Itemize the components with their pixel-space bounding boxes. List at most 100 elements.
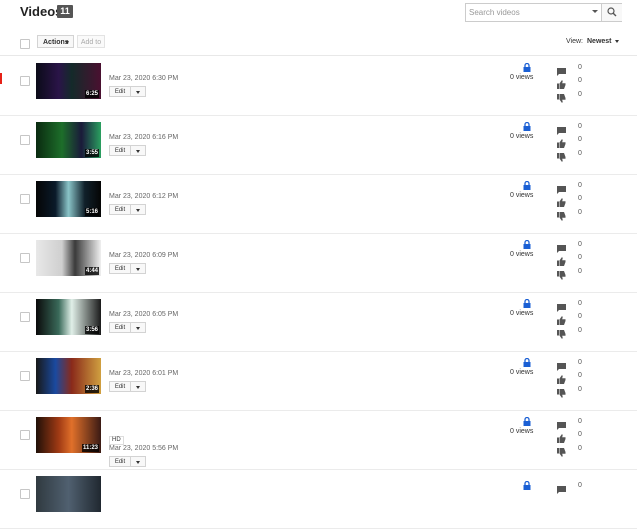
video-duration: 2:36 [84,385,99,393]
search-input[interactable] [469,5,587,19]
like-count: 0 [578,136,582,143]
comment-icon [557,481,566,499]
edit-dropdown-button[interactable] [131,263,146,274]
add-to-button[interactable]: Add to [77,35,105,48]
comment-count: 0 [578,182,582,189]
video-count-badge: 11 [57,5,73,18]
video-thumbnail[interactable]: 11:23 [36,417,101,453]
video-row: 0 [0,469,637,529]
chevron-down-icon [614,39,619,43]
dislike-count: 0 [578,209,582,216]
edit-button[interactable]: Edit [109,322,131,333]
search-box [465,3,622,22]
video-row: 6:25 Mar 23, 2020 6:30 PM Edit 0 views 0 0 0 [0,56,637,116]
edit-button[interactable]: Edit [109,263,131,274]
dislike-count: 0 [578,91,582,98]
upload-date: Mar 23, 2020 6:12 PM [109,193,179,200]
view-count: 0 views [510,74,534,81]
thumbs-down-icon [557,267,566,285]
view-count: 0 views [510,310,534,317]
video-row: 2:36 Mar 23, 2020 6:01 PM Edit 0 views 0 0 0 [0,351,637,411]
view-count: 0 views [510,192,534,199]
search-button[interactable] [601,4,622,21]
video-row: 11:23 HD Mar 23, 2020 5:56 PM Edit 0 views 0 0… [0,410,637,470]
comment-count: 0 [578,300,582,307]
comment-count: 0 [578,418,582,425]
view-label: View: [566,38,583,45]
video-select-checkbox[interactable] [20,194,30,204]
toolbar: Actions Add to View: Newest [0,31,637,56]
like-count: 0 [578,372,582,379]
edit-button[interactable]: Edit [109,456,131,467]
like-count: 0 [578,254,582,261]
edit-dropdown-button[interactable] [131,145,146,156]
comment-count: 0 [578,359,582,366]
thumbs-down-icon [557,385,566,403]
edit-dropdown-button[interactable] [131,322,146,333]
video-duration: 3:56 [84,326,99,334]
edit-dropdown-button[interactable] [131,456,146,467]
upload-date: Mar 23, 2020 6:09 PM [109,252,179,259]
video-row: 4:44 Mar 23, 2020 6:09 PM Edit 0 views 0 0 0 [0,233,637,293]
search-options-dropdown[interactable] [592,10,598,13]
video-select-checkbox[interactable] [20,371,30,381]
comment-count: 0 [578,482,582,489]
video-select-checkbox[interactable] [20,135,30,145]
video-thumbnail[interactable]: 5:16 [36,181,101,217]
edit-button[interactable]: Edit [109,145,131,156]
video-select-checkbox[interactable] [20,253,30,263]
video-select-checkbox[interactable] [20,430,30,440]
like-count: 0 [578,431,582,438]
like-count: 0 [578,195,582,202]
comment-count: 0 [578,64,582,71]
select-all-checkbox[interactable] [20,39,30,49]
search-icon [607,7,617,17]
video-thumbnail[interactable]: 3:56 [36,299,101,335]
dislike-count: 0 [578,268,582,275]
dislike-count: 0 [578,445,582,452]
edit-button[interactable]: Edit [109,86,131,97]
view-sort-select[interactable]: Newest [587,38,619,45]
like-count: 0 [578,313,582,320]
header: Videos 11 [0,0,637,28]
like-count: 0 [578,77,582,84]
view-sort-value: Newest [587,38,612,45]
upload-date: Mar 23, 2020 5:56 PM [109,445,179,452]
upload-date: Mar 23, 2020 6:05 PM [109,311,179,318]
video-row: 5:16 Mar 23, 2020 6:12 PM Edit 0 views 0 0 0 [0,174,637,234]
view-count: 0 views [510,428,534,435]
lock-icon[interactable] [523,477,531,495]
video-thumbnail[interactable]: 4:44 [36,240,101,276]
thumbs-down-icon [557,444,566,462]
video-duration: 6:25 [84,90,99,98]
thumbs-down-icon [557,149,566,167]
dislike-count: 0 [578,327,582,334]
edit-dropdown-button[interactable] [131,204,146,215]
video-select-checkbox[interactable] [20,489,30,499]
video-select-checkbox[interactable] [20,76,30,86]
hd-badge: HD [109,436,124,445]
video-thumbnail[interactable]: 2:36 [36,358,101,394]
thumbs-down-icon [557,208,566,226]
view-count: 0 views [510,133,534,140]
edit-dropdown-button[interactable] [131,86,146,97]
actions-button[interactable]: Actions [37,35,74,48]
video-thumbnail[interactable] [36,476,101,512]
video-select-checkbox[interactable] [20,312,30,322]
video-thumbnail[interactable]: 3:55 [36,122,101,158]
video-duration: 3:55 [84,149,99,157]
edit-button[interactable]: Edit [109,204,131,215]
video-duration: 4:44 [84,267,99,275]
chevron-down-icon [65,41,69,44]
video-row: 3:55 Mar 23, 2020 6:16 PM Edit 0 views 0 0 0 [0,115,637,175]
video-thumbnail[interactable]: 6:25 [36,63,101,99]
comment-count: 0 [578,241,582,248]
thumbs-down-icon [557,326,566,344]
video-row: 3:56 Mar 23, 2020 6:05 PM Edit 0 views 0 0 0 [0,292,637,352]
view-count: 0 views [510,251,534,258]
dislike-count: 0 [578,150,582,157]
edit-button[interactable]: Edit [109,381,131,392]
video-duration: 11:23 [81,444,99,452]
edit-dropdown-button[interactable] [131,381,146,392]
video-duration: 5:16 [84,208,99,216]
